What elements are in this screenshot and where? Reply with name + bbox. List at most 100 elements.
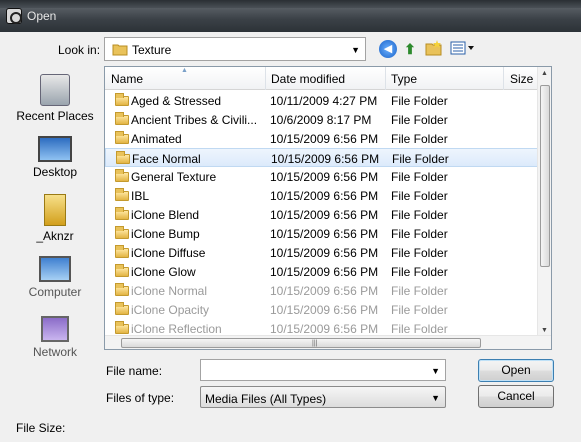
- column-header: ▲ Name Date modified Type Size: [105, 67, 539, 90]
- file-date: 10/15/2009 6:56 PM: [270, 303, 379, 317]
- chevron-down-icon: ▼: [431, 393, 440, 403]
- folder-icon: [115, 302, 129, 315]
- scroll-up-icon[interactable]: ▲: [541, 70, 548, 77]
- look-in-label: Look in:: [58, 43, 101, 57]
- column-date-modified[interactable]: Date modified: [271, 72, 345, 86]
- file-date: 10/15/2009 6:56 PM: [270, 227, 379, 241]
- file-date: 10/15/2009 6:56 PM: [271, 152, 380, 166]
- folder-icon: [115, 226, 129, 239]
- column-size[interactable]: Size: [510, 72, 533, 86]
- file-row[interactable]: iClone Normal 10/15/2009 6:56 PM File Fold…: [105, 281, 539, 300]
- file-name-label: File name:: [106, 364, 163, 378]
- file-row[interactable]: IBL 10/15/2009 6:56 PM File Folder: [105, 186, 539, 205]
- file-date: 10/11/2009 4:27 PM: [270, 94, 378, 108]
- file-date: 10/15/2009 6:56 PM: [270, 170, 379, 184]
- user-folder-icon: [44, 194, 66, 226]
- file-name: iClone Blend: [131, 208, 200, 222]
- file-type: File Folder: [391, 322, 448, 336]
- file-type: File Folder: [391, 208, 448, 222]
- column-divider[interactable]: [503, 67, 504, 90]
- horizontal-scroll-thumb[interactable]: |||: [121, 338, 481, 348]
- place-label: Computer: [28, 285, 82, 299]
- file-name: Animated: [131, 132, 182, 146]
- place-label: Network: [32, 345, 77, 359]
- file-row[interactable]: Face Normal 10/15/2009 6:56 PM File Folder: [105, 148, 539, 167]
- file-type: File Folder: [391, 227, 448, 241]
- computer-icon: [39, 256, 71, 282]
- file-name: iClone Diffuse: [131, 246, 206, 260]
- file-date: 10/15/2009 6:56 PM: [270, 284, 379, 298]
- file-row[interactable]: iClone Bump 10/15/2009 6:56 PM File Folder: [105, 224, 539, 243]
- vertical-scrollbar[interactable]: ▲ ▼: [537, 67, 551, 337]
- file-date: 10/6/2009 8:17 PM: [270, 113, 372, 127]
- place-label: Desktop: [32, 165, 78, 179]
- place-computer[interactable]: Computer: [6, 256, 104, 299]
- horizontal-scrollbar[interactable]: |||: [105, 335, 551, 349]
- new-folder-icon[interactable]: [425, 40, 443, 58]
- files-of-type-select[interactable]: Media Files (All Types) ▼: [200, 386, 446, 408]
- folder-icon: [115, 245, 129, 258]
- column-name[interactable]: Name: [111, 72, 143, 86]
- file-row[interactable]: iClone Blend 10/15/2009 6:56 PM File Folde…: [105, 205, 539, 224]
- file-name-input[interactable]: ▼: [200, 359, 446, 381]
- file-type: File Folder: [391, 94, 448, 108]
- column-divider[interactable]: [385, 67, 386, 90]
- file-row[interactable]: General Texture 10/15/2009 6:56 PM File Fo…: [105, 167, 539, 186]
- place-desktop[interactable]: Desktop: [6, 136, 104, 179]
- file-name: IBL: [131, 189, 150, 203]
- file-type: File Folder: [391, 189, 448, 203]
- file-date: 10/15/2009 6:56 PM: [270, 132, 379, 146]
- back-icon[interactable]: ◀: [379, 40, 397, 58]
- column-type[interactable]: Type: [391, 72, 417, 86]
- sort-ascending-icon: ▲: [181, 67, 188, 74]
- title-bar-edge: [0, 0, 581, 8]
- folder-icon: [115, 321, 129, 334]
- file-row[interactable]: iClone Glow 10/15/2009 6:56 PM File Folder: [105, 262, 539, 281]
- vertical-scroll-thumb[interactable]: [540, 85, 550, 267]
- place-label: Recent Places: [16, 109, 94, 123]
- desktop-icon: [38, 136, 72, 162]
- views-menu-icon[interactable]: [450, 40, 476, 58]
- look-in-dropdown[interactable]: Texture ▼: [104, 37, 366, 61]
- cancel-button[interactable]: Cancel: [478, 385, 554, 408]
- folder-icon: [115, 283, 129, 296]
- file-row[interactable]: Animated 10/15/2009 6:56 PM File Folder: [105, 129, 539, 148]
- app-icon: [6, 8, 22, 24]
- scroll-down-icon[interactable]: ▼: [541, 327, 548, 334]
- file-row[interactable]: Ancient Tribes & Civili... 10/6/2009 8:17…: [105, 110, 539, 129]
- place-network[interactable]: Network: [6, 316, 104, 359]
- file-name: iClone Bump: [131, 227, 200, 241]
- place-user[interactable]: _Aknzr: [6, 194, 104, 243]
- up-folder-icon[interactable]: ⬆: [401, 40, 419, 58]
- file-row[interactable]: iClone Opacity 10/15/2009 6:56 PM File Fol…: [105, 300, 539, 319]
- folder-icon: [115, 207, 129, 220]
- folder-icon: [115, 112, 129, 125]
- folder-icon: [115, 169, 129, 182]
- chevron-down-icon[interactable]: ▼: [431, 366, 440, 376]
- file-date: 10/15/2009 6:56 PM: [270, 322, 379, 336]
- folder-icon: [115, 188, 129, 201]
- file-type: File Folder: [391, 303, 448, 317]
- file-type: File Folder: [391, 170, 448, 184]
- open-button[interactable]: Open: [478, 359, 554, 382]
- place-label: _Aknzr: [36, 229, 74, 243]
- files-of-type-value: Media Files (All Types): [205, 392, 327, 406]
- file-list[interactable]: ▲ Name Date modified Type Size Aged & St…: [104, 66, 552, 350]
- file-name: General Texture: [131, 170, 217, 184]
- window-title: Open: [27, 9, 57, 23]
- file-name: iClone Glow: [131, 265, 196, 279]
- look-in-value: Texture: [132, 43, 172, 57]
- file-date: 10/15/2009 6:56 PM: [270, 189, 379, 203]
- column-divider[interactable]: [265, 67, 266, 90]
- files-of-type-label: Files of type:: [106, 391, 175, 405]
- place-recent-places[interactable]: Recent Places: [6, 74, 104, 123]
- chevron-down-icon: ▼: [351, 45, 360, 55]
- folder-icon: [112, 43, 128, 59]
- folder-icon: [115, 131, 129, 144]
- file-row[interactable]: Aged & Stressed 10/11/2009 4:27 PM File Fo…: [105, 91, 539, 110]
- grip-icon: |||: [312, 340, 318, 347]
- file-name: iClone Normal: [131, 284, 208, 298]
- file-date: 10/15/2009 6:56 PM: [270, 265, 379, 279]
- file-row[interactable]: iClone Diffuse 10/15/2009 6:56 PM File Fol…: [105, 243, 539, 262]
- file-name: Face Normal: [132, 152, 201, 166]
